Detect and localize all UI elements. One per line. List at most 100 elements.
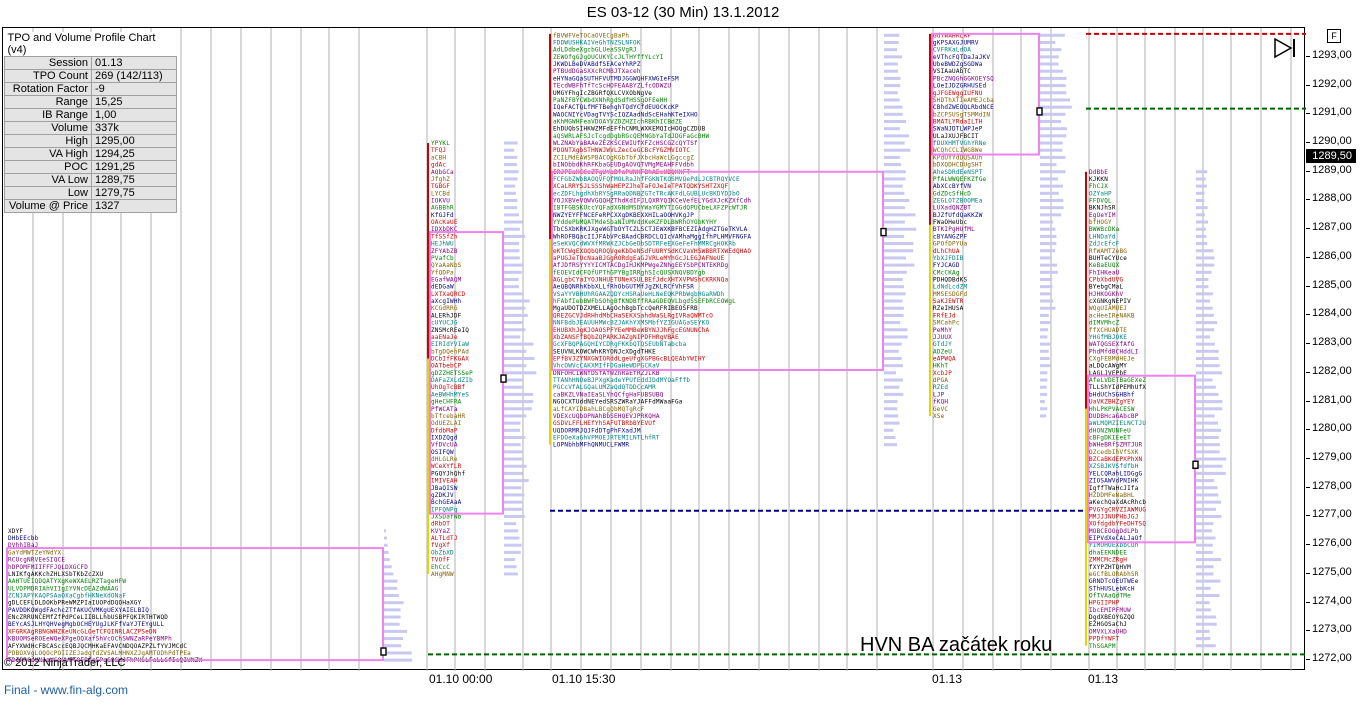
tpo-row: WQgUIAMUEJ [1089,305,1127,312]
tpo-row: FWaOHeUbc [933,219,967,226]
volume-bar [1040,163,1057,167]
price-axis: 1272,00 1273,00 1274,00 1275,00 1276,00 1277,… [1306,27,1366,670]
tpo-row: UhOgTcBBf [431,384,465,391]
volume-bar [1040,335,1048,339]
play-icon[interactable] [1273,37,1297,59]
volume-bar [384,644,402,648]
tpo-row: YOJXBVeVQWVGQQHZThdKdIFJLQXRYQIKCeVefELY… [553,197,751,204]
price-tick-mark [1306,55,1310,57]
tpo-row: HJHKOGKhV [1089,291,1123,298]
x-axis-label: 01.10 00:00 [429,672,493,686]
volume-bar [884,227,917,231]
tpo-row: PVGYgCRVZIAWMUG [1089,506,1146,513]
tpo-row: dHONZWUNFeU [1089,427,1131,434]
tpo-row: ZFYAbZB [431,248,458,255]
tpo-row: bTfcebaHR [431,413,465,420]
price-tick-label: 1285,00 [1312,278,1352,291]
volume-bar [1196,593,1220,597]
volume-bar [884,84,901,88]
price-tick-label: 1288,00 [1312,192,1352,205]
tpo-row: VhcOWVcCAKXMIfFDGaHeWDPGCKaV [553,363,660,370]
volume-bar [1040,392,1048,396]
tpo-row: YbXJFDIB [933,255,964,262]
tpo-row: RZeIHUSA [933,305,964,312]
tpo-row: BZCaBKdEPXPhXN [1089,456,1143,463]
tpo-row: AfJDfRSYYYYICMTACDgIHJKMPWgeZNhgEEYSbPCN… [553,262,729,269]
tpo-row: KJKKN [1089,176,1108,183]
tpo-row: CMcCKAg [933,269,960,276]
tpo-row: OdUEZLAI [431,420,462,427]
tpo-row: eKTCWgEXOQbQROQVgeKbDeNSdFUURYSdKCVaVHSW… [553,248,751,255]
tpo-row: ThSGAPM [1089,643,1116,650]
price-tick-mark [1306,572,1310,574]
price-tick-mark [1306,256,1310,258]
volume-bar [504,335,521,339]
tpo-row: aLfCAYIDBahLBCgQbMQTgRcF [553,406,645,413]
volume-bar [1040,206,1064,210]
info-row: Volume 337k [4,121,177,135]
tpo-row: ObZbXD [431,549,454,556]
x-axis-label: 01.10 15:30 [552,672,616,686]
price-tick-label: 1284,00 [1312,307,1352,320]
price-tick-mark [1306,314,1310,316]
volume-bar [1040,277,1053,281]
volume-bar [884,242,914,246]
tpo-row: gDZZHETSSeP [431,370,473,377]
tpo-row: hFAbfIebBWFbSOhgBfKNDBffRAaGDEQVLbgdSSEF… [553,298,736,305]
volume-bar [884,48,898,52]
info-value: 15,25 [91,95,177,109]
info-value: 1291,25 [91,160,177,174]
tpo-row: SWaNJDTLWPJeP [933,126,983,133]
tpo-row: eSeKVQCdWVXfMRWXZJCbGeDbSDTRFeEXGeFeFhMM… [553,241,736,248]
tpo-row: AHgMNW [431,571,454,578]
tpo-row: TFQJ [431,147,446,154]
volume-bar [884,134,910,138]
price-tick-mark [1306,113,1310,115]
volume-bar [504,299,530,303]
info-row: Range 15,25 [4,95,177,109]
volume-bar [504,522,517,526]
volume-bar [884,407,898,411]
volume-bar [884,198,910,202]
tpo-row: BUHTeCYUce [1089,255,1127,262]
tpo-row: XbZANSFfBQbZQPARKJAZgNIPDFHRgVBAE [553,334,679,341]
tpo-row: eGCfBLORAbhSR [1089,571,1139,578]
tpo-row: BMATLYRdaILTH [933,118,983,125]
volume-bar [504,558,515,562]
tpo-row: cXGNKgNEPIV [1089,298,1131,305]
tpo-row: GRNDTcOEUTWEe [1089,578,1139,585]
volume-bar [1040,385,1047,389]
volume-bar [384,601,404,605]
volume-bar [884,213,916,217]
volume-bar [504,342,534,346]
tpo-row: AheSDRdEeNSPT [933,169,983,176]
tpo-row: IPFQNPg [431,506,458,513]
tpo-row: IQeFACTQLfMFTBehghTQdYCfdEUOCKcKP [553,104,679,111]
volume-bar [1040,263,1058,267]
tpo-row: KCGdRRG [431,305,458,312]
current-price-marker: 1289,50 [1306,149,1356,164]
info-row: Session 01.13 [4,56,177,70]
price-tick-label: 1272,00 [1312,652,1352,665]
tpo-row: DgdXBEOYGZQO [1089,614,1135,621]
volume-bar [504,414,527,418]
volume-bar [884,443,897,447]
tpo-row: CBhdZWEOQLRbdNCE [933,104,994,111]
volume-bar [504,177,518,181]
volume-bar [1040,33,1065,37]
price-tick-label: 1279,00 [1312,451,1352,464]
tpo-row: KVYaZ [431,528,450,535]
tpo-row: FDDWUSHKAIVeGhTNZSLNFOK [553,39,641,46]
volume-bar [1040,299,1054,303]
tpo-row: fVgXf [431,542,450,549]
volume-bar [1196,407,1223,411]
volume-bar [1196,270,1212,274]
tpo-row: PVafCb [431,255,454,262]
footer-link[interactable]: Final - www.fin-alg.com [4,683,128,697]
volume-bar [504,529,519,533]
volume-bar [384,615,401,619]
volume-bar [1040,249,1056,253]
tpo-row: MgaUDOTDZXMELLAgOchBgbTccQeRFRIBEOSFRB [553,305,698,312]
volume-bar [504,464,527,468]
tpo-row: ZMMCMcZRgH [1089,557,1127,564]
